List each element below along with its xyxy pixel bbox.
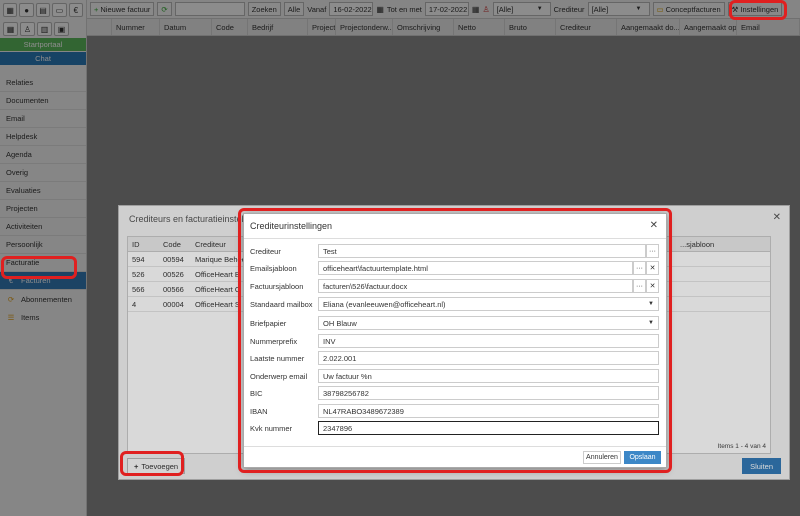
- highlight-facturen-item: [1, 256, 77, 279]
- highlight-add-button: [120, 451, 184, 476]
- highlight-settings-button: [729, 0, 787, 20]
- highlight-settings-modal: [238, 208, 672, 473]
